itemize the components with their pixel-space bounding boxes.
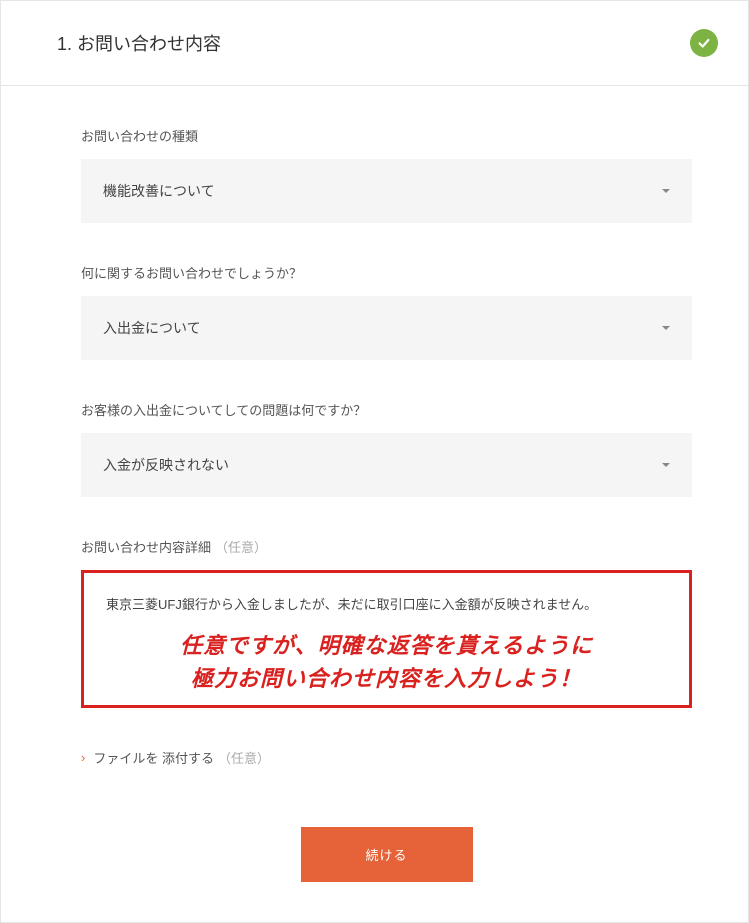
field-inquiry-type: お問い合わせの種類 機能改善について: [81, 126, 692, 223]
form-body: お問い合わせの種類 機能改善について 何に関するお問い合わせでしょうか？ 入出金…: [1, 86, 748, 922]
details-textarea[interactable]: 東京三菱UFJ銀行から入金しましたが、未だに取引口座に入金額が反映されません。 …: [86, 575, 687, 703]
details-highlight-box: 東京三菱UFJ銀行から入金しましたが、未だに取引口座に入金額が反映されません。 …: [81, 570, 692, 708]
optional-hint: （任意）: [215, 540, 267, 555]
inquiry-form-panel: 1. お問い合わせ内容 お問い合わせの種類 機能改善について 何に関するお問い合…: [0, 0, 749, 923]
select-issue[interactable]: 入金が反映されない: [81, 433, 692, 497]
field-issue: お客様の入出金についてしての問題は何ですか？ 入金が反映されない: [81, 400, 692, 497]
field-topic: 何に関するお問い合わせでしょうか？ 入出金について: [81, 263, 692, 360]
chevron-right-icon: ›: [81, 750, 85, 765]
field-details: お問い合わせ内容詳細（任意） 東京三菱UFJ銀行から入金しましたが、未だに取引口…: [81, 537, 692, 708]
label-issue: お客様の入出金についてしての問題は何ですか？: [81, 400, 692, 419]
label-inquiry-type: お問い合わせの種類: [81, 126, 692, 145]
select-value: 機能改善について: [103, 181, 215, 201]
optional-hint: （任意）: [218, 748, 270, 767]
select-inquiry-type[interactable]: 機能改善について: [81, 159, 692, 223]
select-topic[interactable]: 入出金について: [81, 296, 692, 360]
select-value: 入金が反映されない: [103, 455, 229, 475]
check-complete-icon: [690, 29, 718, 57]
details-text: 東京三菱UFJ銀行から入金しましたが、未だに取引口座に入金額が反映されません。: [106, 595, 667, 616]
form-header: 1. お問い合わせ内容: [1, 1, 748, 86]
submit-row: 続ける: [81, 807, 692, 882]
label-details: お問い合わせ内容詳細（任意）: [81, 537, 692, 556]
attach-file-link[interactable]: › ファイルを 添付する （任意）: [81, 748, 692, 767]
chevron-down-icon: [662, 463, 670, 467]
chevron-down-icon: [662, 326, 670, 330]
annotation-overlay: 任意ですが、明確な返答を貰えるように 極力お問い合わせ内容を入力しよう！: [86, 629, 687, 695]
attach-label: ファイルを 添付する: [93, 748, 214, 767]
select-value: 入出金について: [103, 318, 201, 338]
chevron-down-icon: [662, 189, 670, 193]
label-topic: 何に関するお問い合わせでしょうか？: [81, 263, 692, 282]
continue-button[interactable]: 続ける: [301, 827, 473, 882]
section-title: 1. お問い合わせ内容: [57, 30, 221, 56]
